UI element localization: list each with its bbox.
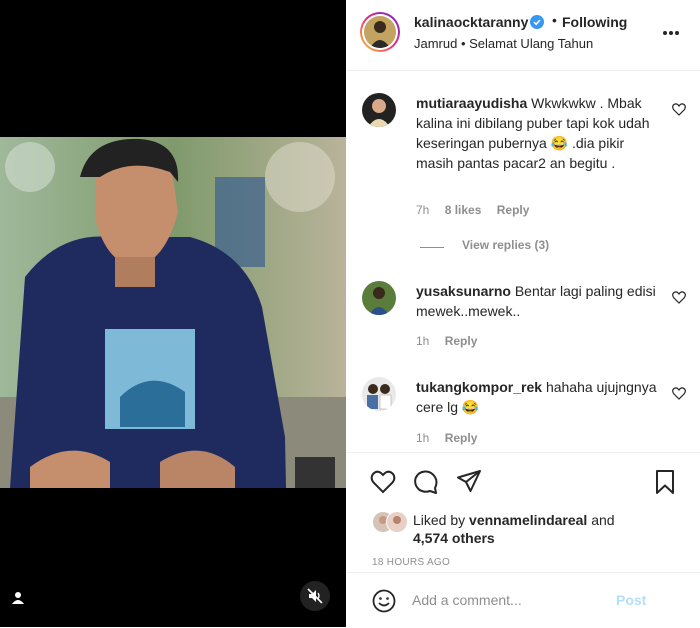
post-photo[interactable] (0, 137, 346, 488)
reply-button[interactable]: Reply (445, 431, 478, 445)
post-panel: kalinaocktaranny • Following Jamrud • Se… (346, 0, 700, 627)
mute-button[interactable] (300, 581, 330, 611)
commenter-avatar[interactable] (362, 281, 396, 315)
comment-likes[interactable]: 8 likes (445, 203, 482, 217)
liked-by-avatars[interactable] (372, 511, 412, 533)
comment-username[interactable]: yusaksunarno (416, 283, 511, 299)
likes-count[interactable]: 4,574 others (413, 530, 495, 546)
comment-icon[interactable] (413, 469, 439, 495)
comment-meta: 1h Reply (416, 334, 489, 348)
comment-body: mutiaraayudisha Wkwkwkw . Mbak kalina in… (416, 93, 662, 173)
mute-icon (307, 588, 323, 604)
post-header: kalinaocktaranny • Following Jamrud • Se… (346, 0, 700, 71)
action-bar (346, 452, 700, 495)
following-button[interactable]: Following (562, 14, 627, 30)
comment-input[interactable] (412, 589, 632, 611)
emoji-icon[interactable] (372, 589, 396, 613)
user-tag-icon[interactable] (10, 590, 26, 606)
post-button[interactable]: Post (616, 592, 646, 608)
heart-icon[interactable] (370, 469, 396, 495)
liked-by-prefix: Liked by (413, 512, 466, 528)
commenter-avatar[interactable] (362, 93, 396, 127)
post-timestamp[interactable]: 18 HOURS AGO (372, 557, 450, 568)
comment-body: yusaksunarno Bentar lagi paling edisi me… (416, 281, 662, 321)
likes-text: Liked by vennamelindareal and 4,574 othe… (413, 511, 615, 547)
comment-heart-icon[interactable] (672, 103, 686, 116)
comment-time: 1h (416, 334, 430, 348)
post-photo-image (0, 137, 346, 488)
reply-button[interactable]: Reply (445, 334, 478, 348)
comment-meta: 1h Reply (416, 431, 489, 445)
liked-by-and: and (591, 512, 615, 528)
comment-body: tukangkompor_rek hahaha ujujngnya cere l… (416, 377, 662, 417)
reply-button[interactable]: Reply (497, 203, 530, 217)
comment-username[interactable]: tukangkompor_rek (416, 379, 542, 395)
more-icon[interactable] (662, 30, 680, 36)
comment-time: 1h (416, 431, 430, 445)
comment-meta: 7h 8 likes Reply (416, 203, 541, 217)
post-media (0, 0, 346, 627)
comment-time: 7h (416, 203, 430, 217)
comment-username[interactable]: mutiaraayudisha (416, 95, 527, 111)
author-username[interactable]: kalinaocktaranny (414, 14, 528, 30)
audio-subtitle[interactable]: Jamrud • Selamat Ulang Tahun (414, 36, 593, 51)
commenter-avatar[interactable] (362, 377, 396, 411)
comment-heart-icon[interactable] (672, 387, 686, 400)
view-replies-button[interactable]: View replies (3) (462, 238, 549, 252)
author-avatar[interactable] (360, 12, 400, 52)
header-separator: • (552, 12, 557, 28)
liked-by-user[interactable]: vennamelindareal (469, 512, 587, 528)
bookmark-icon[interactable] (652, 469, 678, 495)
comment-heart-icon[interactable] (672, 291, 686, 304)
share-icon[interactable] (456, 469, 482, 495)
view-replies-line (420, 247, 444, 248)
add-comment-bar: Post (346, 572, 700, 628)
verified-icon (530, 15, 544, 29)
